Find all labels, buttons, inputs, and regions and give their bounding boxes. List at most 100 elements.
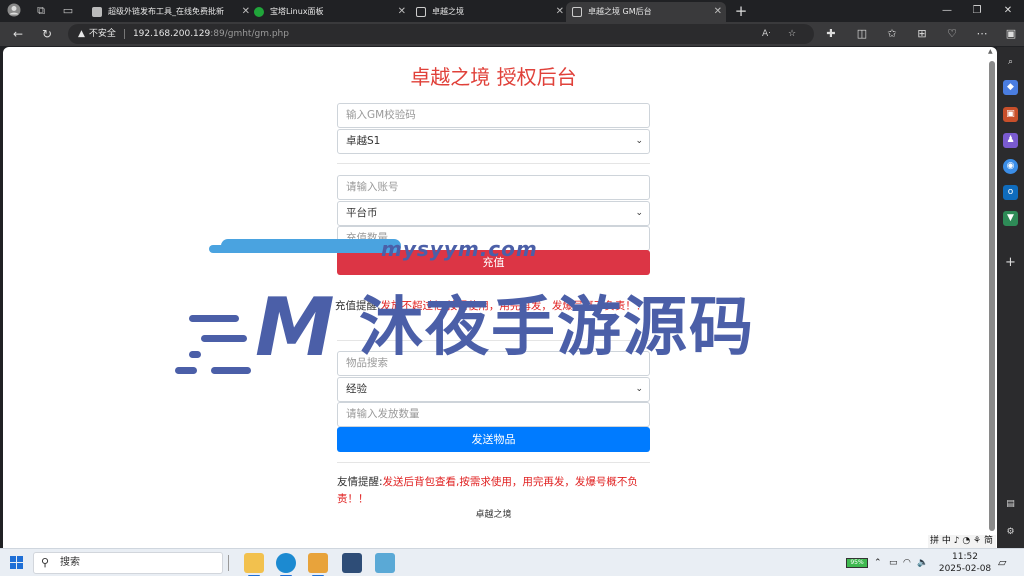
tab-title: 卓越之境 bbox=[432, 7, 464, 16]
url-host: 192.168.200.129 bbox=[132, 29, 211, 39]
divider bbox=[337, 462, 650, 463]
divider bbox=[337, 340, 650, 341]
account-input[interactable]: 请输入账号 bbox=[337, 175, 650, 200]
vm-icon[interactable] bbox=[375, 553, 395, 573]
search-icon: ⚲ bbox=[41, 556, 50, 569]
split-screen-icon[interactable]: ◫ bbox=[853, 25, 871, 43]
taskbar-search[interactable]: ⚲ 搜索 bbox=[33, 552, 223, 574]
app-icon[interactable] bbox=[308, 553, 328, 576]
tab-strip: ⧉ ▭ 超级外链发布工具_在线免费批新 ✕ 宝塔Linux面板 ✕ 卓越之境 ✕… bbox=[0, 0, 1024, 22]
watermark-logo-letter: M bbox=[255, 281, 335, 374]
games-icon[interactable]: ♟ bbox=[1003, 133, 1018, 148]
edge-browser-icon[interactable] bbox=[276, 553, 296, 576]
page-viewport: 卓越之境 授权后台 输入GM校验码 卓越S1 ⌄ 请输入账号 平台币 ⌄ 充值数… bbox=[3, 47, 997, 548]
item-notice: 友情提醒:发送后背包查看,按需求使用，用完再发，发爆号概不负责！！ bbox=[337, 474, 650, 508]
recharge-amount-input[interactable]: 充值数量 bbox=[337, 226, 650, 251]
scroll-up-icon[interactable]: ▲ bbox=[988, 48, 993, 55]
close-window-button[interactable]: ✕ bbox=[993, 0, 1023, 22]
favorites-icon[interactable]: ✩ bbox=[883, 25, 901, 43]
tab-title: 宝塔Linux面板 bbox=[270, 7, 324, 16]
drop-icon[interactable]: ▼ bbox=[1003, 211, 1018, 226]
back-button[interactable]: ← bbox=[9, 25, 27, 43]
url-path: :89/gmht/gm.php bbox=[210, 29, 289, 39]
item-quantity-input[interactable]: 请输入发放数量 bbox=[337, 402, 650, 427]
read-aloud-icon[interactable]: Aᐧ bbox=[762, 24, 770, 44]
chevron-down-icon: ⌄ bbox=[635, 384, 643, 394]
clock[interactable]: 11:52 2025-02-08 bbox=[934, 551, 996, 575]
copilot-icon[interactable]: ◉ bbox=[1003, 159, 1018, 174]
recharge-notice-label: 充值提醒: bbox=[335, 300, 381, 312]
settings-icon[interactable]: ⚙ bbox=[1003, 525, 1018, 540]
tab-gm-admin[interactable]: 卓越之境 GM后台 ✕ bbox=[566, 2, 726, 22]
tab-baota[interactable]: 宝塔Linux面板 ✕ bbox=[248, 2, 410, 22]
qr-favicon-icon bbox=[92, 7, 102, 17]
terminal-icon[interactable] bbox=[342, 553, 362, 573]
divider bbox=[337, 163, 650, 164]
warning-icon: ▲ bbox=[78, 29, 85, 39]
gm-code-input[interactable]: 输入GM校验码 bbox=[337, 103, 650, 128]
chevron-down-icon: ⌄ bbox=[635, 208, 643, 218]
collections-icon[interactable]: ⊞ bbox=[913, 25, 931, 43]
currency-select-value: 平台币 bbox=[346, 207, 378, 219]
close-icon[interactable]: ✕ bbox=[714, 2, 722, 22]
edge-sidebar: ⌕ ◆ ▣ ♟ ◉ o ▼ + ▤ ⚙ bbox=[997, 47, 1024, 548]
divider bbox=[228, 555, 229, 571]
shopping-icon[interactable]: ◆ bbox=[1003, 80, 1018, 95]
file-explorer-icon[interactable] bbox=[244, 553, 264, 576]
windows-start-icon[interactable] bbox=[10, 556, 23, 569]
item-select[interactable]: 经验 ⌄ bbox=[337, 377, 650, 402]
favorite-star-icon[interactable]: ☆ bbox=[788, 24, 796, 44]
add-icon[interactable]: + bbox=[1003, 255, 1018, 270]
reload-button[interactable]: ↻ bbox=[38, 25, 56, 43]
close-icon[interactable]: ✕ bbox=[398, 2, 406, 22]
server-select[interactable]: 卓越S1 ⌄ bbox=[337, 129, 650, 154]
outlook-icon[interactable]: o bbox=[1003, 185, 1018, 200]
taskbar-search-label: 搜索 bbox=[60, 557, 80, 568]
browser-toolbar: ← ↻ ▲ 不安全 192.168.200.129:89/gmht/gm.php A… bbox=[0, 22, 1024, 46]
volume-icon[interactable]: 🔈 bbox=[917, 549, 928, 576]
address-bar[interactable]: ▲ 不安全 192.168.200.129:89/gmht/gm.php Aᐧ ☆ bbox=[68, 24, 814, 44]
restore-button[interactable]: ❐ bbox=[962, 0, 992, 22]
security-label: 不安全 bbox=[88, 29, 116, 39]
server-select-value: 卓越S1 bbox=[346, 135, 381, 147]
item-notice-text: 发送后背包查看,按需求使用，用完再发，发爆号概不负责！！ bbox=[337, 476, 638, 505]
baota-favicon-icon bbox=[254, 7, 264, 17]
new-tab-button[interactable]: + bbox=[732, 2, 750, 20]
more-menu-icon[interactable]: ⋯ bbox=[973, 25, 991, 43]
chevron-up-icon[interactable]: ⌃ bbox=[874, 549, 882, 576]
notification-icon[interactable]: ▱ bbox=[998, 549, 1006, 576]
clock-time: 11:52 bbox=[952, 552, 978, 562]
footer: 卓越之境 bbox=[475, 510, 512, 520]
close-icon[interactable]: ✕ bbox=[556, 2, 564, 22]
chevron-down-icon: ⌄ bbox=[635, 136, 643, 146]
tab-title: 超级外链发布工具_在线免费批新 bbox=[108, 7, 224, 16]
sidebar-toggle-icon[interactable]: ▣ bbox=[1002, 25, 1020, 43]
battery-icon[interactable]: ▭ bbox=[889, 549, 898, 576]
tab-zhuoyue[interactable]: 卓越之境 ✕ bbox=[410, 2, 568, 22]
performance-icon[interactable]: ♡ bbox=[943, 25, 961, 43]
ime-toolbar[interactable]: 拼 中 ♪ ◔ ⚘ 简 ◎ ⠿ bbox=[928, 535, 996, 548]
item-search-input[interactable]: 物品搜索 bbox=[337, 351, 650, 376]
search-icon[interactable]: ⌕ bbox=[1003, 55, 1018, 70]
recharge-button[interactable]: 充值 bbox=[337, 250, 650, 275]
extensions-icon[interactable]: ✚ bbox=[822, 25, 840, 43]
tools-icon[interactable]: ▣ bbox=[1003, 107, 1018, 122]
wifi-icon[interactable]: ◠ bbox=[903, 549, 911, 576]
scrollbar-thumb[interactable] bbox=[989, 61, 995, 531]
profile-icon[interactable] bbox=[5, 3, 23, 19]
tab-link-tool[interactable]: 超级外链发布工具_在线免费批新 ✕ bbox=[86, 2, 254, 22]
sidebar-layout-icon[interactable]: ▤ bbox=[1003, 497, 1018, 512]
battery-indicator[interactable]: 95% bbox=[846, 558, 868, 568]
tab-actions-icon[interactable]: ▭ bbox=[59, 3, 77, 19]
recharge-notice-text: 发放不超过亿,按需使用，用完再发，发爆号概不负责！！ bbox=[380, 300, 647, 312]
scrollbar[interactable]: ▲ ▼ bbox=[988, 48, 995, 547]
item-select-value: 经验 bbox=[346, 383, 367, 395]
minimize-button[interactable]: — bbox=[932, 0, 962, 22]
tab-title: 卓越之境 GM后台 bbox=[588, 7, 652, 16]
send-item-button[interactable]: 发送物品 bbox=[337, 427, 650, 452]
page-favicon-icon bbox=[416, 7, 426, 17]
workspaces-icon[interactable]: ⧉ bbox=[32, 3, 50, 19]
currency-select[interactable]: 平台币 ⌄ bbox=[337, 201, 650, 226]
page-title: 卓越之境 授权后台 bbox=[410, 65, 577, 89]
item-notice-label: 友情提醒: bbox=[337, 476, 383, 488]
